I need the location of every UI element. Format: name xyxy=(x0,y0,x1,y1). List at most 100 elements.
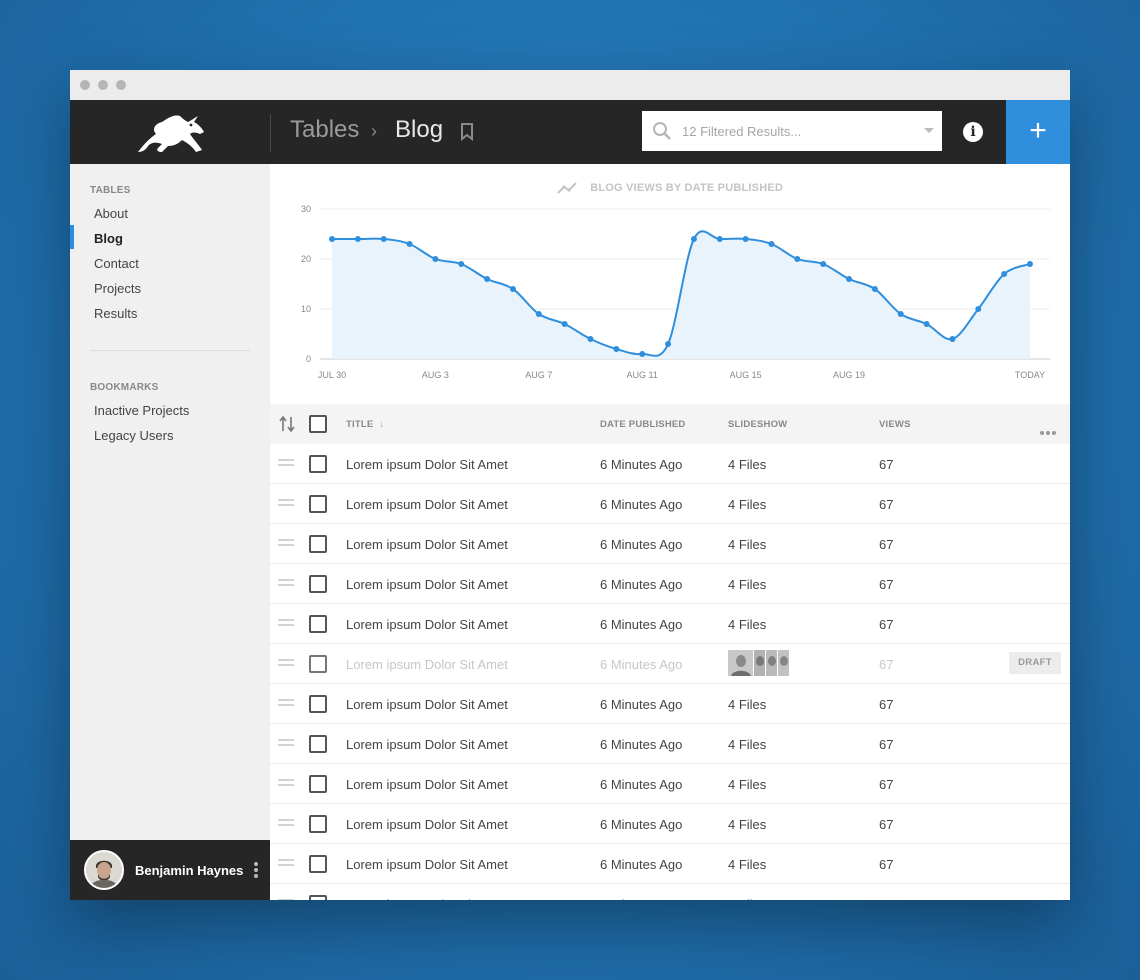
drag-handle-icon[interactable] xyxy=(278,779,294,789)
drag-handle-icon[interactable] xyxy=(278,819,294,829)
table-row[interactable]: Lorem ipsum Dolor Sit Amet 6 Minutes Ago 4… xyxy=(270,724,1070,764)
info-icon[interactable]: i xyxy=(963,122,983,142)
avatar[interactable] xyxy=(84,850,124,890)
select-all-checkbox[interactable] xyxy=(309,415,327,433)
table-row[interactable]: Lorem ipsum Dolor Sit Amet 6 Minutes Ago 6… xyxy=(270,644,1070,684)
row-checkbox[interactable] xyxy=(309,735,327,753)
sidebar-item-legacy-users[interactable]: Legacy Users xyxy=(94,428,173,443)
sidebar-item-contact[interactable]: Contact xyxy=(94,256,139,271)
row-checkbox[interactable] xyxy=(309,815,327,833)
sidebar-item-results[interactable]: Results xyxy=(94,306,137,321)
row-title[interactable]: Lorem ipsum Dolor Sit Amet xyxy=(346,777,508,792)
column-header-date[interactable]: DATE PUBLISHED xyxy=(600,419,686,430)
row-title[interactable]: Lorem ipsum Dolor Sit Amet xyxy=(346,697,508,712)
row-title[interactable]: Lorem ipsum Dolor Sit Amet xyxy=(346,577,508,592)
row-title[interactable]: Lorem ipsum Dolor Sit Amet xyxy=(346,617,508,632)
row-checkbox[interactable] xyxy=(309,655,327,673)
row-checkbox[interactable] xyxy=(309,775,327,793)
sidebar-item-projects[interactable]: Projects xyxy=(94,281,141,296)
drag-handle-icon[interactable] xyxy=(278,499,294,509)
row-checkbox[interactable] xyxy=(309,575,327,593)
user-bar[interactable]: Benjamin Haynes xyxy=(70,840,270,900)
data-point[interactable] xyxy=(923,321,930,327)
row-title[interactable]: Lorem ipsum Dolor Sit Amet xyxy=(346,897,508,900)
row-checkbox[interactable] xyxy=(309,455,327,473)
data-point[interactable] xyxy=(432,256,439,262)
search-box[interactable] xyxy=(642,111,942,151)
data-point[interactable] xyxy=(639,351,646,357)
table-row[interactable]: Lorem ipsum Dolor Sit Amet 6 Minutes Ago 4… xyxy=(270,764,1070,804)
sidebar-item-about[interactable]: About xyxy=(94,206,128,221)
drag-handle-icon[interactable] xyxy=(278,579,294,589)
data-point[interactable] xyxy=(380,236,387,242)
table-row[interactable]: Lorem ipsum Dolor Sit Amet 6 Minutes Ago 4… xyxy=(270,604,1070,644)
search-dropdown-icon[interactable] xyxy=(924,128,934,133)
more-options-icon[interactable] xyxy=(1040,422,1058,440)
data-point[interactable] xyxy=(820,261,827,267)
data-point[interactable] xyxy=(613,346,620,352)
logo[interactable] xyxy=(70,100,270,164)
data-point[interactable] xyxy=(871,286,878,292)
drag-handle-icon[interactable] xyxy=(278,699,294,709)
data-point[interactable] xyxy=(1001,271,1008,277)
data-point[interactable] xyxy=(561,321,568,327)
row-checkbox[interactable] xyxy=(309,895,327,900)
row-title[interactable]: Lorem ipsum Dolor Sit Amet xyxy=(346,737,508,752)
table-row[interactable]: Lorem ipsum Dolor Sit Amet 6 Minutes Ago 4… xyxy=(270,524,1070,564)
data-point[interactable] xyxy=(458,261,465,267)
data-point[interactable] xyxy=(716,236,723,242)
data-point[interactable] xyxy=(484,276,491,282)
table-row[interactable]: Lorem ipsum Dolor Sit Amet 6 Minutes Ago 4… xyxy=(270,844,1070,884)
drag-handle-icon[interactable] xyxy=(278,619,294,629)
table-row[interactable]: Lorem ipsum Dolor Sit Amet 6 Minutes Ago 4… xyxy=(270,564,1070,604)
row-checkbox[interactable] xyxy=(309,855,327,873)
user-menu-icon[interactable] xyxy=(254,862,258,880)
drag-handle-icon[interactable] xyxy=(278,899,294,900)
table-row[interactable]: Lorem ipsum Dolor Sit Amet 6 Minutes Ago 4… xyxy=(270,484,1070,524)
table-row[interactable]: Lorem ipsum Dolor Sit Amet 6 Minutes Ago 4… xyxy=(270,804,1070,844)
add-item-button[interactable]: + xyxy=(1006,100,1070,164)
row-title[interactable]: Lorem ipsum Dolor Sit Amet xyxy=(346,537,508,552)
sidebar-item-inactive-projects[interactable]: Inactive Projects xyxy=(94,403,189,418)
drag-handle-icon[interactable] xyxy=(278,859,294,869)
data-point[interactable] xyxy=(354,236,361,242)
data-point[interactable] xyxy=(768,241,775,247)
drag-handle-icon[interactable] xyxy=(278,459,294,469)
reorder-icon[interactable] xyxy=(279,415,295,438)
table-row[interactable]: Lorem ipsum Dolor Sit Amet 6 Minutes Ago 4… xyxy=(270,884,1070,900)
window-maximize-button[interactable] xyxy=(116,80,126,90)
data-point[interactable] xyxy=(794,256,801,262)
drag-handle-icon[interactable] xyxy=(278,539,294,549)
data-point[interactable] xyxy=(665,341,672,347)
row-title[interactable]: Lorem ipsum Dolor Sit Amet xyxy=(346,497,508,512)
row-checkbox[interactable] xyxy=(309,615,327,633)
data-point[interactable] xyxy=(949,336,956,342)
data-point[interactable] xyxy=(690,236,697,242)
data-point[interactable] xyxy=(742,236,749,242)
table-row[interactable]: Lorem ipsum Dolor Sit Amet 6 Minutes Ago 4… xyxy=(270,444,1070,484)
table-row[interactable]: Lorem ipsum Dolor Sit Amet 6 Minutes Ago 4… xyxy=(270,684,1070,724)
window-close-button[interactable] xyxy=(80,80,90,90)
row-checkbox[interactable] xyxy=(309,495,327,513)
data-point[interactable] xyxy=(509,286,516,292)
data-point[interactable] xyxy=(587,336,594,342)
row-title[interactable]: Lorem ipsum Dolor Sit Amet xyxy=(346,857,508,872)
data-point[interactable] xyxy=(535,311,542,317)
row-title[interactable]: Lorem ipsum Dolor Sit Amet xyxy=(346,457,508,472)
window-minimize-button[interactable] xyxy=(98,80,108,90)
data-point[interactable] xyxy=(406,241,413,247)
row-checkbox[interactable] xyxy=(309,535,327,553)
column-header-title[interactable]: TITLE ↓ xyxy=(346,419,384,430)
data-point[interactable] xyxy=(846,276,853,282)
bookmark-icon[interactable] xyxy=(460,123,474,146)
data-point[interactable] xyxy=(329,236,335,242)
breadcrumb-tables[interactable]: Tables xyxy=(290,116,359,144)
data-point[interactable] xyxy=(975,306,982,312)
drag-handle-icon[interactable] xyxy=(278,659,294,669)
row-title[interactable]: Lorem ipsum Dolor Sit Amet xyxy=(346,817,508,832)
row-checkbox[interactable] xyxy=(309,695,327,713)
column-header-views[interactable]: VIEWS xyxy=(879,419,911,430)
column-header-slideshow[interactable]: SLIDESHOW xyxy=(728,419,787,430)
row-title[interactable]: Lorem ipsum Dolor Sit Amet xyxy=(346,657,508,672)
data-point[interactable] xyxy=(897,311,904,317)
